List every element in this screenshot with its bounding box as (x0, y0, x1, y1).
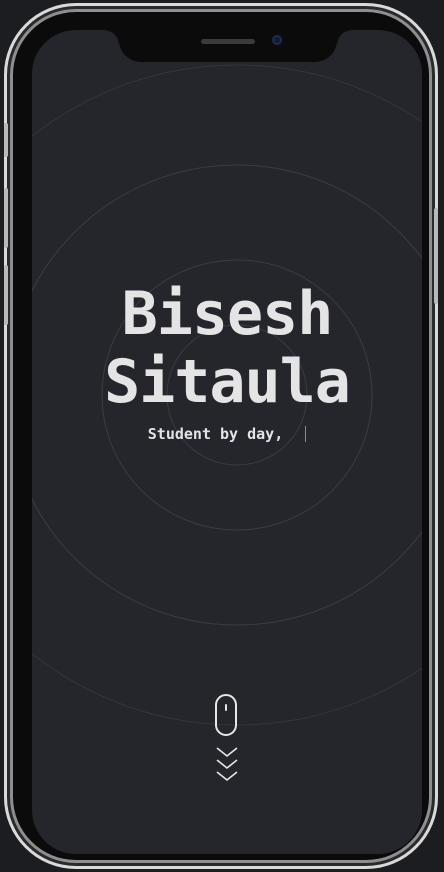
typing-caret (305, 426, 307, 442)
speaker-grille (201, 39, 255, 44)
first-name: Bisesh (121, 279, 334, 349)
hero-name: Bisesh Sitaula (32, 280, 422, 416)
mouse-icon (215, 694, 237, 736)
volume-up-button (4, 188, 8, 248)
phone-screen: Bisesh Sitaula Student by day, (32, 30, 422, 854)
mouse-wheel (225, 704, 227, 711)
notch (105, 30, 351, 62)
mute-switch (4, 123, 8, 157)
typing-tagline: Student by day, (32, 424, 422, 444)
chevrons-down-icon (216, 747, 238, 782)
volume-down-button (4, 265, 8, 325)
tagline-text: Student by day, (147, 425, 284, 443)
camera-icon (272, 35, 282, 45)
power-button (434, 208, 438, 304)
phone-frame: Bisesh Sitaula Student by day, (4, 3, 438, 869)
hero-section: Bisesh Sitaula Student by day, (32, 280, 422, 444)
scroll-down-indicator[interactable] (212, 694, 242, 789)
last-name: Sitaula (104, 347, 351, 417)
